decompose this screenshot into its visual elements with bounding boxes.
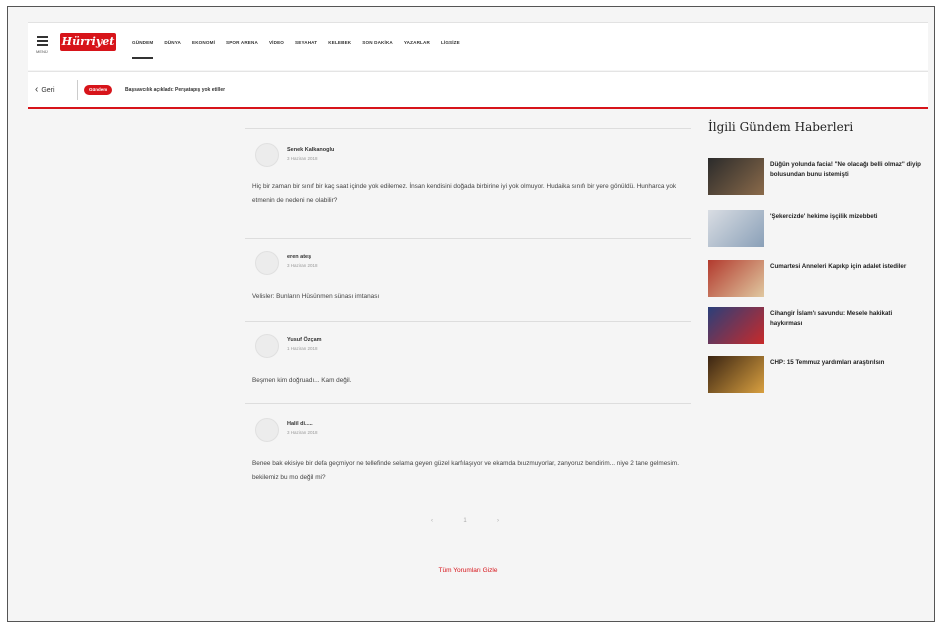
comment-date: 1 Haziran 2018: [287, 346, 318, 351]
hurriyet-logo[interactable]: Hürriyet: [60, 33, 116, 51]
avatar: [255, 418, 279, 442]
comment-author[interactable]: Senek Kalkanoglu: [287, 147, 334, 153]
news-thumbnail[interactable]: [708, 260, 764, 297]
avatar: [255, 251, 279, 275]
category-badge[interactable]: Gündem: [84, 85, 113, 95]
nav-item[interactable]: DÜNYA: [164, 40, 181, 45]
related-news-item[interactable]: CHP: 15 Temmuz yardımları araştırılsın: [708, 356, 926, 396]
comment-text: Benee bak ekisiye bir defa geçmiyor ne t…: [252, 460, 679, 481]
hamburger-menu-button[interactable]: MENÜ: [35, 34, 51, 60]
news-headline[interactable]: Düğün yolunda facia! "Ne olacağı belli o…: [770, 160, 926, 180]
news-headline[interactable]: 'Şekercizde' hekime işçilik mizebbeti: [770, 212, 926, 222]
comment-date: 3 Haziran 2018: [287, 263, 318, 268]
comment-author[interactable]: Halil di.....: [287, 421, 313, 427]
news-thumbnail[interactable]: [708, 356, 764, 393]
page-number[interactable]: 1: [458, 518, 472, 524]
menu-label: MENÜ: [36, 49, 48, 54]
top-navigation-bar: MENÜ Hürriyet GÜNDEM DÜNYA EKONOMİ SPOR ARE…: [28, 22, 928, 70]
news-thumbnail[interactable]: [708, 158, 764, 195]
comment-author[interactable]: eren ateş: [287, 254, 311, 260]
nav-item[interactable]: GÜNDEM: [132, 40, 154, 59]
avatar: [255, 143, 279, 167]
menu-icon: [37, 36, 48, 38]
comment-text: Hiç bir zaman bir sınıf bir kaç saat içi…: [252, 183, 677, 204]
nav-item[interactable]: SEYAHAT: [295, 40, 317, 45]
comment-date: 3 Haziran 2018: [287, 430, 318, 435]
news-thumbnail[interactable]: [708, 210, 764, 247]
comment-author[interactable]: Yusuf Özçam: [287, 337, 322, 343]
toggle-all-comments-link[interactable]: Tüm Yorumları Gizle: [245, 567, 691, 574]
divider: [245, 321, 691, 322]
nav-item[interactable]: SPOR ARENA: [226, 40, 258, 45]
back-label: Geri: [41, 86, 55, 94]
news-thumbnail[interactable]: [708, 307, 764, 344]
next-page-button[interactable]: ›: [491, 518, 505, 524]
avatar: [255, 334, 279, 358]
comments-section: Senek Kalkanoglu 3 Haziran 2018 Hiç bir …: [245, 111, 691, 611]
news-headline[interactable]: Cihangir İslam'ı savundu: Mesele hakikat…: [770, 309, 926, 329]
related-news: İlgili Gündem Haberleri Düğün yolunda fa…: [708, 120, 926, 393]
related-news-item[interactable]: 'Şekercizde' hekime işçilik mizebbeti: [708, 210, 926, 250]
news-headline[interactable]: Cumartesi Anneleri Kapıkp için adalet is…: [770, 262, 926, 272]
main-nav: GÜNDEM DÜNYA EKONOMİ SPOR ARENA VİDEO SEYAHAT…: [132, 40, 471, 59]
divider: [245, 128, 691, 129]
prev-page-button[interactable]: ‹: [425, 518, 439, 524]
nav-item[interactable]: YAZARLAR: [404, 40, 430, 45]
menu-icon-bar: [37, 40, 48, 42]
nav-item[interactable]: VİDEO: [269, 40, 284, 45]
related-news-item[interactable]: Cihangir İslam'ı savundu: Mesele hakikat…: [708, 307, 926, 347]
nav-item[interactable]: LİGSİZE: [441, 40, 460, 45]
related-news-item[interactable]: Cumartesi Anneleri Kapıkp için adalet is…: [708, 260, 926, 300]
chevron-left-icon: ‹: [35, 84, 39, 95]
comment-text: Beşmen kim doğruadı... Kam değil.: [252, 377, 352, 384]
nav-item[interactable]: EKONOMİ: [192, 40, 215, 45]
nav-item[interactable]: KELEBEK: [328, 40, 351, 45]
menu-icon-bar: [37, 44, 48, 46]
news-headline[interactable]: CHP: 15 Temmuz yardımları araştırılsın: [770, 358, 926, 368]
related-news-title: İlgili Gündem Haberleri: [708, 120, 854, 134]
comment-date: 3 Haziran 2018: [287, 156, 318, 161]
article-title[interactable]: Başsavcılık açıkladı: Perşatapış yok eti…: [125, 87, 225, 93]
comment-text: Velisler: Bunların Hüsünmen sünası imtan…: [252, 293, 380, 300]
divider: [77, 80, 78, 100]
back-button[interactable]: ‹ Geri: [35, 85, 55, 95]
related-news-item[interactable]: Düğün yolunda facia! "Ne olacağı belli o…: [708, 158, 926, 198]
divider: [245, 403, 691, 404]
nav-item[interactable]: SON DAKİKA: [362, 40, 393, 45]
article-subbar: ‹ Geri Gündem Başsavcılık açıkladı: Perş…: [28, 71, 928, 109]
divider: [245, 238, 691, 239]
pagination: ‹ 1 ›: [425, 518, 505, 524]
